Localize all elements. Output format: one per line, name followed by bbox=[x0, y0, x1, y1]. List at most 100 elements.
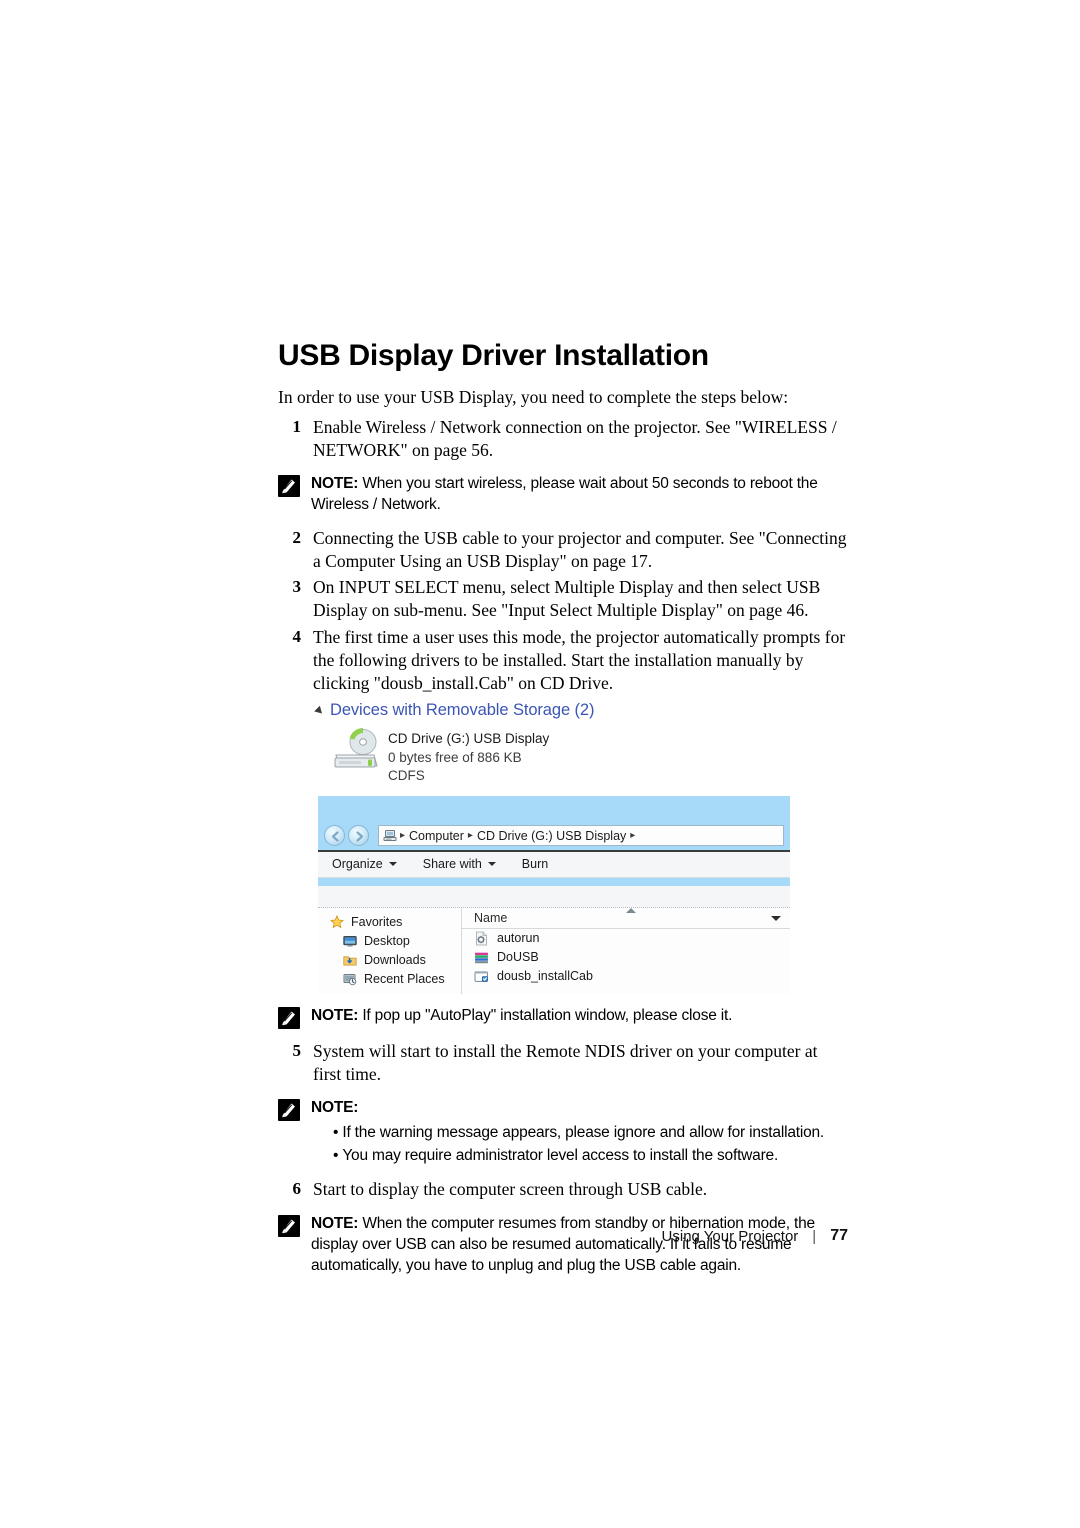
step-item: 6 Start to display the computer screen t… bbox=[278, 1178, 848, 1201]
organize-button[interactable]: Organize bbox=[332, 857, 397, 871]
share-with-label: Share with bbox=[422, 857, 482, 872]
note-block: NOTE: If pop up "AutoPlay" installation … bbox=[278, 1005, 848, 1029]
share-with-button[interactable]: Share with bbox=[423, 857, 496, 871]
page-title: USB Display Driver Installation bbox=[278, 339, 709, 372]
removable-storage-figure: Devices with Removable Storage (2) CD Dr… bbox=[278, 701, 848, 785]
recent-places-icon bbox=[343, 972, 359, 986]
step-text: Connecting the USB cable to your project… bbox=[313, 527, 847, 571]
back-button[interactable] bbox=[324, 825, 345, 847]
page-footer: Using Your Projector | 77 bbox=[278, 1227, 848, 1245]
step-number: 3 bbox=[292, 577, 302, 597]
breadcrumb-cd-drive[interactable]: CD Drive (G:) USB Display bbox=[477, 829, 626, 843]
forward-button[interactable] bbox=[348, 825, 369, 847]
address-bar[interactable]: ▸ Computer ▸ CD Drive (G:) USB Display ▸ bbox=[378, 825, 784, 847]
step-text: Start to display the computer screen thr… bbox=[313, 1179, 708, 1200]
breadcrumb-separator: ▸ bbox=[400, 830, 406, 842]
computer-icon bbox=[383, 829, 397, 842]
note-bullet: You may require administrator level acce… bbox=[342, 1145, 848, 1167]
explorer-navigation-bar: ▸ Computer ▸ CD Drive (G:) USB Display ▸ bbox=[318, 821, 790, 852]
note-text: NOTE: If the warning message appears, pl… bbox=[311, 1097, 848, 1167]
step-number: 6 bbox=[292, 1179, 302, 1199]
drive-filesystem: CDFS bbox=[388, 768, 425, 784]
footer-page-number: 77 bbox=[830, 1227, 848, 1244]
step-number: 2 bbox=[292, 527, 302, 547]
step-item: 4 The first time a user uses this mode, … bbox=[278, 626, 848, 696]
explorer-main-area: Favorites Desktop Downloads Recent Place… bbox=[318, 907, 790, 994]
note-label: NOTE: bbox=[311, 475, 359, 493]
explorer-toolbar: Organize Share with Burn bbox=[318, 851, 790, 878]
explorer-titlebar bbox=[318, 795, 790, 822]
note-label: NOTE: bbox=[311, 1006, 359, 1024]
note-bullet: If the warning message appears, please i… bbox=[342, 1122, 848, 1144]
step-text: The first time a user uses this mode, th… bbox=[313, 626, 846, 694]
sidebar-item-desktop[interactable]: Desktop bbox=[330, 932, 461, 951]
application-icon bbox=[474, 950, 491, 965]
note-text: NOTE: If pop up "AutoPlay" installation … bbox=[311, 1005, 848, 1026]
column-header-name[interactable]: Name bbox=[462, 907, 790, 929]
collapse-triangle-icon[interactable] bbox=[314, 705, 325, 717]
step-text: System will start to install the Remote … bbox=[313, 1040, 818, 1084]
sidebar-label: Recent Places bbox=[364, 971, 445, 986]
monitor-icon bbox=[343, 934, 359, 948]
burn-button[interactable]: Burn bbox=[522, 857, 548, 871]
column-header-label: Name bbox=[474, 910, 508, 925]
sidebar-item-recent-places[interactable]: Recent Places bbox=[330, 970, 461, 989]
explorer-file-pane: Name autorun DoUSB dousb_installCab bbox=[462, 907, 790, 994]
column-options-chevron-icon[interactable] bbox=[771, 915, 781, 921]
step-number: 5 bbox=[292, 1040, 302, 1060]
sidebar-label: Desktop bbox=[364, 933, 410, 948]
sidebar-label: Downloads bbox=[364, 952, 426, 967]
sidebar-item-favorites[interactable]: Favorites bbox=[330, 913, 461, 932]
file-list-item[interactable]: dousb_installCab bbox=[462, 967, 790, 986]
storage-group-label: Devices with Removable Storage (2) bbox=[330, 701, 595, 720]
drive-capacity: 0 bytes free of 886 KB bbox=[388, 749, 522, 765]
storage-group-header[interactable]: Devices with Removable Storage (2) bbox=[314, 701, 848, 720]
note-pencil-icon bbox=[278, 1006, 300, 1029]
note-bullet-list: If the warning message appears, please i… bbox=[311, 1122, 848, 1167]
step-item: 1 Enable Wireless / Network connection o… bbox=[278, 416, 848, 463]
chevron-down-icon bbox=[487, 862, 496, 867]
step-text: On INPUT SELECT menu, select Multiple Di… bbox=[313, 577, 821, 621]
star-icon bbox=[330, 915, 346, 929]
page-content: USB Display Driver Installation In order… bbox=[278, 340, 848, 1287]
file-name: DoUSB bbox=[497, 950, 539, 965]
breadcrumb-computer[interactable]: Computer bbox=[409, 829, 464, 843]
file-list-item[interactable]: DoUSB bbox=[462, 948, 790, 967]
explorer-spacer-band bbox=[318, 885, 790, 908]
chevron-down-icon bbox=[388, 862, 397, 867]
cabinet-file-icon bbox=[474, 969, 491, 984]
config-file-icon bbox=[474, 931, 491, 946]
explorer-sidebar: Favorites Desktop Downloads Recent Place… bbox=[318, 907, 462, 994]
file-list-item[interactable]: autorun bbox=[462, 929, 790, 948]
step-number: 4 bbox=[292, 626, 302, 646]
note-block: NOTE: When you start wireless, please wa… bbox=[278, 473, 848, 515]
footer-divider: | bbox=[812, 1227, 817, 1245]
sidebar-item-downloads[interactable]: Downloads bbox=[330, 951, 461, 970]
step-item: 3 On INPUT SELECT menu, select Multiple … bbox=[278, 576, 848, 623]
step-text: Enable Wireless / Network connection on … bbox=[313, 416, 837, 460]
note-content: When you start wireless, please wait abo… bbox=[311, 475, 818, 514]
note-pencil-icon bbox=[278, 475, 300, 498]
sidebar-label: Favorites bbox=[351, 914, 403, 929]
drive-item[interactable]: CD Drive (G:) USB Display 0 bytes free o… bbox=[316, 726, 848, 785]
drive-name: CD Drive (G:) USB Display bbox=[388, 731, 550, 747]
footer-section-title: Using Your Projector bbox=[661, 1227, 799, 1245]
file-name: dousb_installCab bbox=[497, 969, 593, 984]
note-block: NOTE: If the warning message appears, pl… bbox=[278, 1097, 848, 1167]
intro-paragraph: In order to use your USB Display, you ne… bbox=[278, 386, 789, 407]
note-content: If pop up "AutoPlay" installation window… bbox=[362, 1006, 733, 1024]
note-label: NOTE: bbox=[311, 1099, 359, 1117]
file-name: autorun bbox=[497, 931, 540, 946]
step-number: 1 bbox=[292, 416, 302, 436]
drive-info: CD Drive (G:) USB Display 0 bytes free o… bbox=[388, 726, 549, 785]
step-item: 5 System will start to install the Remot… bbox=[278, 1040, 848, 1087]
sort-ascending-icon bbox=[626, 907, 636, 913]
breadcrumb-separator: ▸ bbox=[467, 830, 473, 842]
burn-label: Burn bbox=[521, 857, 549, 872]
note-text: NOTE: When you start wireless, please wa… bbox=[311, 473, 848, 515]
explorer-window: ▸ Computer ▸ CD Drive (G:) USB Display ▸… bbox=[318, 795, 790, 994]
manual-page: USB Display Driver Installation In order… bbox=[0, 0, 1080, 1528]
explorer-accent-band bbox=[318, 877, 790, 886]
organize-label: Organize bbox=[332, 857, 383, 872]
step-item: 2 Connecting the USB cable to your proje… bbox=[278, 527, 848, 574]
